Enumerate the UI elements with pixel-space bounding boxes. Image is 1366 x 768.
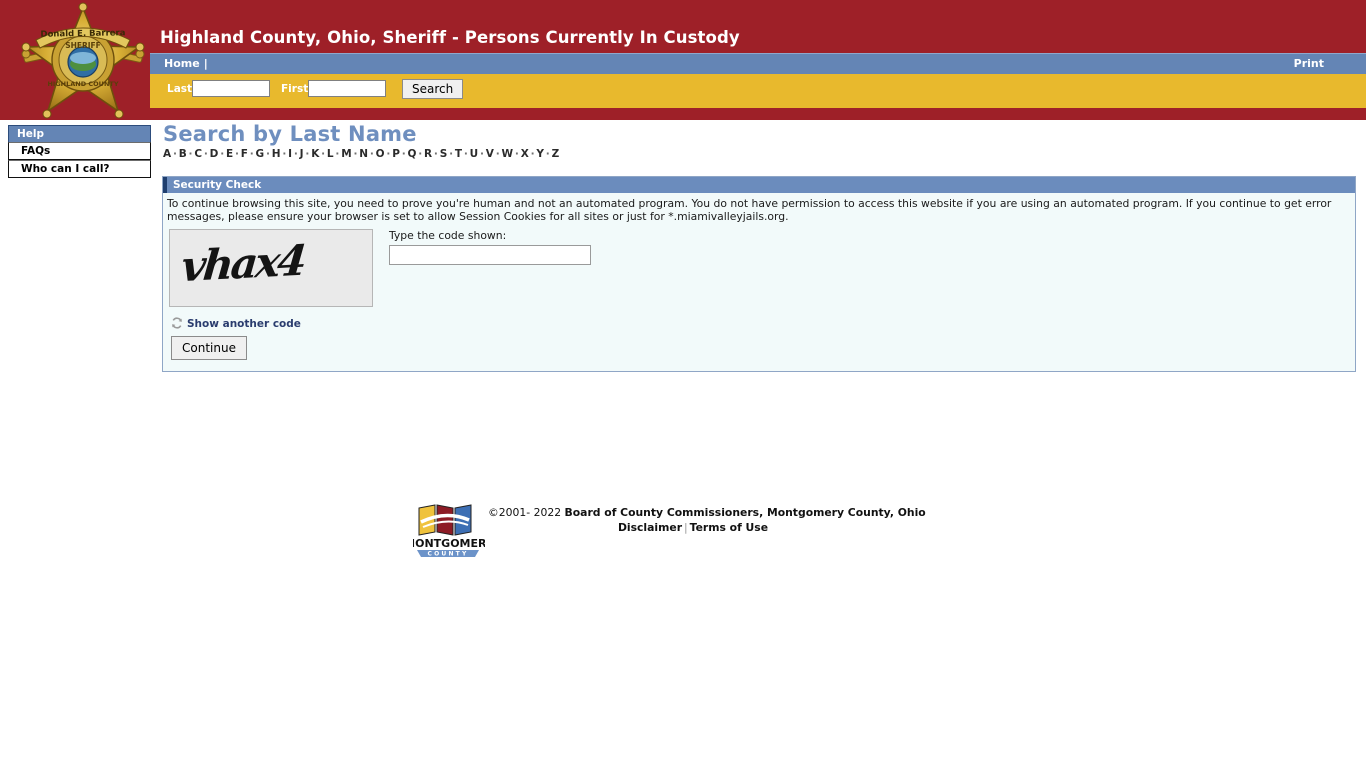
first-name-input[interactable] bbox=[308, 80, 386, 97]
captcha-code-text: vhax4 bbox=[179, 235, 306, 292]
copyright-owner: Board of County Commissioners, Montgomer… bbox=[564, 506, 926, 519]
footer-link-disclaimer[interactable]: Disclaimer bbox=[618, 521, 682, 534]
captcha-image: vhax4 bbox=[169, 229, 373, 307]
search-button[interactable]: Search bbox=[402, 79, 464, 99]
nav-link-print[interactable]: Print bbox=[1294, 57, 1324, 70]
alphabet-separator: · bbox=[514, 148, 520, 160]
svg-text:MONTGOMERY: MONTGOMERY bbox=[413, 537, 485, 550]
nav-separator: | bbox=[203, 57, 208, 70]
sheriff-badge: Donald E. Barrera SHERIFF HIGHLAND COUNT… bbox=[18, 2, 148, 120]
captcha-area: vhax4 Show another code Type the code sh… bbox=[167, 229, 1347, 360]
footer-links: Disclaimer | Terms of Use bbox=[488, 521, 898, 534]
alphabet-link-v[interactable]: V bbox=[486, 148, 494, 160]
copyright-line: ©2001- 2022 Board of County Commissioner… bbox=[488, 506, 926, 519]
svg-text:HIGHLAND COUNTY: HIGHLAND COUNTY bbox=[47, 80, 118, 88]
alphabet-link-p[interactable]: P bbox=[392, 148, 400, 160]
alphabet-separator: · bbox=[172, 148, 178, 160]
nav-link-home[interactable]: Home bbox=[164, 57, 200, 70]
code-input-label: Type the code shown: bbox=[389, 229, 507, 242]
search-heading: Search by Last Name bbox=[163, 122, 417, 146]
copyright-symbol: © bbox=[488, 506, 499, 519]
alphabet-separator: · bbox=[293, 148, 299, 160]
alphabet-separator: · bbox=[321, 148, 326, 160]
search-bar: Last First Search bbox=[150, 74, 1366, 108]
site-header: Donald E. Barrera SHERIFF HIGHLAND COUNT… bbox=[0, 0, 1366, 120]
footer-links-separator: | bbox=[684, 521, 688, 534]
alphabet-separator: · bbox=[369, 148, 375, 160]
alphabet-separator: · bbox=[545, 148, 551, 160]
alphabet-link-x[interactable]: X bbox=[521, 148, 529, 160]
sidebar-item-who-can-i-call[interactable]: Who can I call? bbox=[8, 160, 151, 178]
alphabet-separator: · bbox=[433, 148, 439, 160]
alphabet-link-m[interactable]: M bbox=[341, 148, 352, 160]
main-content: Search by Last Name A · B · C · D · E · F · G · H · I · J ·… bbox=[160, 120, 1356, 372]
alphabet-separator: · bbox=[418, 148, 423, 160]
help-sidebar: Help FAQs Who can I call? bbox=[8, 125, 151, 178]
alphabet-link-w[interactable]: W bbox=[502, 148, 514, 160]
refresh-icon bbox=[171, 317, 183, 332]
alphabet-separator: · bbox=[249, 148, 255, 160]
svg-text:SHERIFF: SHERIFF bbox=[65, 41, 101, 50]
alphabet-link-q[interactable]: Q bbox=[407, 148, 416, 160]
alphabet-link-z[interactable]: Z bbox=[552, 148, 560, 160]
show-another-code-label: Show another code bbox=[187, 318, 301, 330]
first-name-label: First bbox=[281, 83, 309, 95]
alphabet-separator: · bbox=[495, 148, 500, 160]
security-check-body: To continue browsing this site, you need… bbox=[163, 193, 1355, 371]
captcha-code-input[interactable] bbox=[389, 245, 591, 265]
alphabet-separator: · bbox=[463, 148, 469, 160]
continue-button[interactable]: Continue bbox=[171, 336, 247, 360]
nav-left-group: Home | bbox=[164, 57, 212, 70]
show-another-code-link[interactable]: Show another code bbox=[171, 317, 301, 332]
alphabet-link-d[interactable]: D bbox=[210, 148, 219, 160]
alphabet-link-b[interactable]: B bbox=[179, 148, 187, 160]
last-name-input[interactable] bbox=[192, 80, 270, 97]
alphabet-link-n[interactable]: N bbox=[359, 148, 368, 160]
main-nav: Home | Print bbox=[150, 53, 1366, 75]
alphabet-index: A · B · C · D · E · F · G · H · I · J · K · L · M · N · O · P · Q · R · S · T ·… bbox=[160, 146, 1356, 160]
security-check-panel: Security Check To continue browsing this… bbox=[162, 176, 1356, 372]
alphabet-separator: · bbox=[479, 148, 485, 160]
alphabet-link-h[interactable]: H bbox=[272, 148, 281, 160]
last-name-label: Last bbox=[167, 83, 193, 95]
alphabet-separator: · bbox=[265, 148, 271, 160]
sidebar-item-faqs[interactable]: FAQs bbox=[8, 142, 151, 160]
svg-text:COUNTY: COUNTY bbox=[427, 551, 468, 558]
security-check-header: Security Check bbox=[163, 177, 1355, 193]
copyright-years: 2001- 2022 bbox=[498, 506, 562, 519]
alphabet-link-o[interactable]: O bbox=[376, 148, 385, 160]
svg-text:Donald E. Barrera: Donald E. Barrera bbox=[40, 28, 125, 39]
alphabet-separator: · bbox=[220, 148, 225, 160]
footer-link-terms-of-use[interactable]: Terms of Use bbox=[690, 521, 768, 534]
sidebar-header-help: Help bbox=[8, 125, 151, 142]
alphabet-separator: · bbox=[234, 148, 240, 160]
montgomery-county-logo: MONTGOMERY COUNTY bbox=[404, 502, 495, 560]
site-footer: MONTGOMERY COUNTY ©2001- 2022 Board of C… bbox=[0, 490, 1366, 558]
alphabet-separator: · bbox=[203, 148, 209, 160]
page-title: Highland County, Ohio, Sheriff - Persons… bbox=[160, 28, 740, 47]
alphabet-link-l[interactable]: L bbox=[327, 148, 334, 160]
alphabet-link-s[interactable]: S bbox=[440, 148, 448, 160]
alphabet-separator: · bbox=[449, 148, 454, 160]
alphabet-link-k[interactable]: K bbox=[311, 148, 319, 160]
security-check-instructions: To continue browsing this site, you need… bbox=[167, 197, 1332, 223]
